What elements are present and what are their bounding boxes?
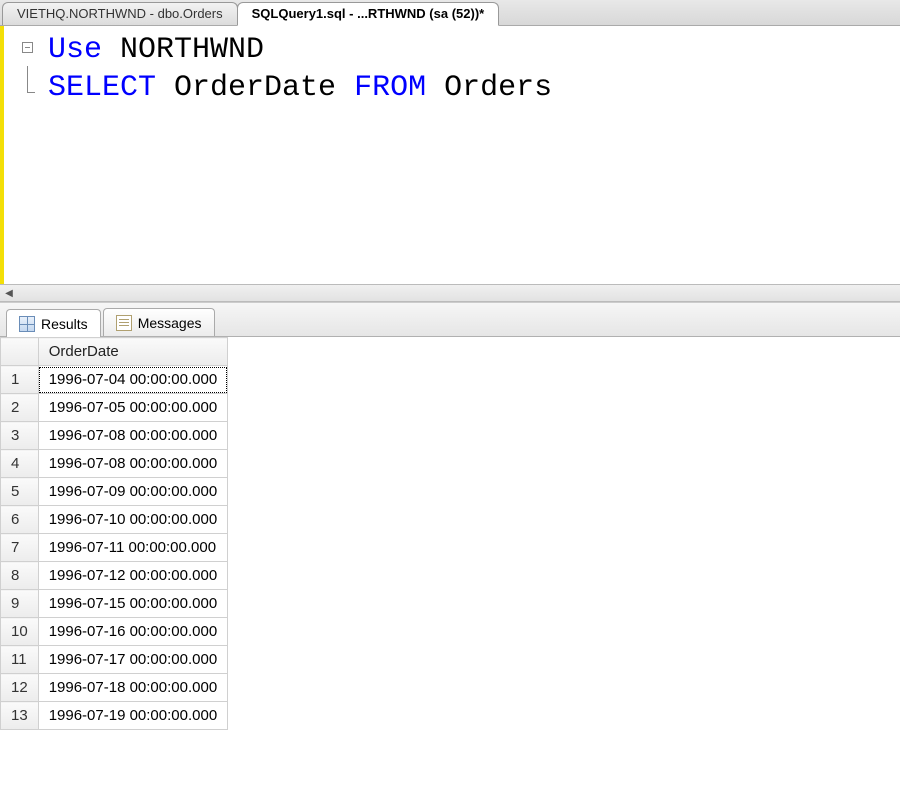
row-number[interactable]: 3 xyxy=(1,422,39,450)
cell-orderdate[interactable]: 1996-07-08 00:00:00.000 xyxy=(38,450,227,478)
tab-messages-label: Messages xyxy=(138,315,202,331)
cell-orderdate[interactable]: 1996-07-12 00:00:00.000 xyxy=(38,562,227,590)
tab-results[interactable]: Results xyxy=(6,309,101,337)
keyword-select: SELECT xyxy=(48,71,156,105)
document-tabs: VIETHQ.NORTHWND - dbo.Orders SQLQuery1.s… xyxy=(0,0,900,26)
table-row[interactable]: 41996-07-08 00:00:00.000 xyxy=(1,450,228,478)
editor-gutter xyxy=(0,26,48,284)
cell-orderdate[interactable]: 1996-07-15 00:00:00.000 xyxy=(38,590,227,618)
table-row[interactable]: 71996-07-11 00:00:00.000 xyxy=(1,534,228,562)
table-row[interactable]: 111996-07-17 00:00:00.000 xyxy=(1,646,228,674)
results-grid-icon xyxy=(19,316,35,332)
table-row[interactable]: 131996-07-19 00:00:00.000 xyxy=(1,702,228,730)
row-number[interactable]: 5 xyxy=(1,478,39,506)
cell-orderdate[interactable]: 1996-07-08 00:00:00.000 xyxy=(38,422,227,450)
cell-orderdate[interactable]: 1996-07-05 00:00:00.000 xyxy=(38,394,227,422)
table-row[interactable]: 101996-07-16 00:00:00.000 xyxy=(1,618,228,646)
table-row[interactable]: 11996-07-04 00:00:00.000 xyxy=(1,366,228,394)
keyword-use: Use xyxy=(48,33,102,67)
row-number[interactable]: 11 xyxy=(1,646,39,674)
token-northwnd: NORTHWND xyxy=(102,33,264,67)
table-row[interactable]: 51996-07-09 00:00:00.000 xyxy=(1,478,228,506)
tab-messages[interactable]: Messages xyxy=(103,308,215,336)
tab-dbo-orders[interactable]: VIETHQ.NORTHWND - dbo.Orders xyxy=(2,2,238,25)
row-number[interactable]: 4 xyxy=(1,450,39,478)
cell-orderdate[interactable]: 1996-07-18 00:00:00.000 xyxy=(38,674,227,702)
cell-orderdate[interactable]: 1996-07-11 00:00:00.000 xyxy=(38,534,227,562)
keyword-from: FROM xyxy=(354,71,426,105)
cell-orderdate[interactable]: 1996-07-10 00:00:00.000 xyxy=(38,506,227,534)
table-row[interactable]: 91996-07-15 00:00:00.000 xyxy=(1,590,228,618)
messages-doc-icon xyxy=(116,315,132,331)
row-number[interactable]: 8 xyxy=(1,562,39,590)
cell-orderdate[interactable]: 1996-07-16 00:00:00.000 xyxy=(38,618,227,646)
table-row[interactable]: 21996-07-05 00:00:00.000 xyxy=(1,394,228,422)
cell-orderdate[interactable]: 1996-07-04 00:00:00.000 xyxy=(38,366,227,394)
grid-corner[interactable] xyxy=(1,338,39,366)
fold-toggle-icon[interactable] xyxy=(22,42,33,53)
row-number[interactable]: 9 xyxy=(1,590,39,618)
column-header-orderdate[interactable]: OrderDate xyxy=(38,338,227,366)
table-row[interactable]: 61996-07-10 00:00:00.000 xyxy=(1,506,228,534)
results-grid[interactable]: OrderDate 11996-07-04 00:00:00.00021996-… xyxy=(0,337,228,730)
tab-sqlquery1[interactable]: SQLQuery1.sql - ...RTHWND (sa (52))* xyxy=(237,2,500,26)
results-grid-wrap[interactable]: OrderDate 11996-07-04 00:00:00.00021996-… xyxy=(0,337,900,795)
results-tabs: Results Messages xyxy=(0,303,900,337)
row-number[interactable]: 10 xyxy=(1,618,39,646)
tab-results-label: Results xyxy=(41,316,88,332)
code-area[interactable]: Use NORTHWND SELECT OrderDate FROM Order… xyxy=(48,26,552,284)
row-number[interactable]: 7 xyxy=(1,534,39,562)
table-row[interactable]: 121996-07-18 00:00:00.000 xyxy=(1,674,228,702)
table-row[interactable]: 81996-07-12 00:00:00.000 xyxy=(1,562,228,590)
row-number[interactable]: 6 xyxy=(1,506,39,534)
cell-orderdate[interactable]: 1996-07-09 00:00:00.000 xyxy=(38,478,227,506)
table-row[interactable]: 31996-07-08 00:00:00.000 xyxy=(1,422,228,450)
sql-editor[interactable]: Use NORTHWND SELECT OrderDate FROM Order… xyxy=(0,26,900,284)
scroll-left-icon[interactable]: ◀ xyxy=(0,285,18,301)
cell-orderdate[interactable]: 1996-07-19 00:00:00.000 xyxy=(38,702,227,730)
token-orderdate: OrderDate xyxy=(156,71,354,105)
token-orders: Orders xyxy=(426,71,552,105)
cell-orderdate[interactable]: 1996-07-17 00:00:00.000 xyxy=(38,646,227,674)
row-number[interactable]: 13 xyxy=(1,702,39,730)
row-number[interactable]: 2 xyxy=(1,394,39,422)
row-number[interactable]: 1 xyxy=(1,366,39,394)
results-panel: Results Messages OrderDate 11996-07-04 0… xyxy=(0,302,900,795)
row-number[interactable]: 12 xyxy=(1,674,39,702)
editor-horizontal-scrollbar[interactable]: ◀ xyxy=(0,284,900,302)
